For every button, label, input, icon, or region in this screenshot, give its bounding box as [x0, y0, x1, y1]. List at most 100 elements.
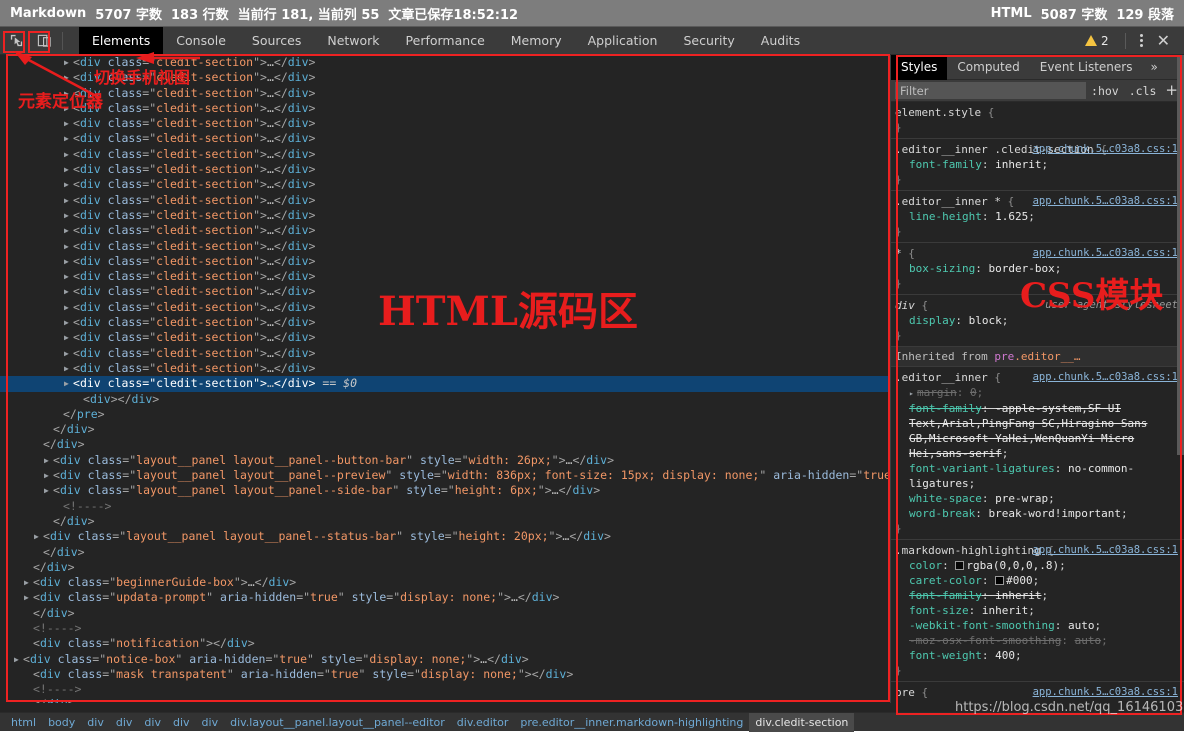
- breadcrumb-item[interactable]: div.layout__panel.layout__panel--editor: [224, 713, 451, 732]
- css-property[interactable]: word-break: [909, 507, 975, 520]
- dom-tree-row[interactable]: ▶ <div class="cledit-section">…</div>: [0, 131, 890, 146]
- css-selector[interactable]: div: [895, 299, 915, 312]
- css-property[interactable]: line-height: [909, 210, 982, 223]
- css-value[interactable]: break-word!important: [988, 507, 1120, 520]
- css-rule-origin[interactable]: app.chunk.5…c03a8.css:1: [1033, 246, 1178, 261]
- expand-arrow-icon[interactable]: ▶: [24, 697, 33, 703]
- css-rule-block[interactable]: user agent stylesheet div {display: block…: [891, 295, 1184, 347]
- css-value[interactable]: monospace,monospace: [995, 701, 1121, 703]
- dom-tree-row[interactable]: ▶</div>: [0, 697, 890, 703]
- expand-arrow-icon[interactable]: ▶: [44, 514, 53, 529]
- breadcrumb-item[interactable]: html: [5, 713, 42, 732]
- tab-computed[interactable]: Computed: [947, 55, 1029, 80]
- css-rule-block[interactable]: app.chunk.5…c03a8.css:1 * {box-sizing: bo…: [891, 243, 1184, 295]
- css-declaration[interactable]: white-space: pre-wrap;: [895, 491, 1184, 506]
- css-property[interactable]: display: [909, 314, 955, 327]
- css-declaration[interactable]: color: rgba(0,0,0,.8);: [895, 558, 1184, 573]
- expand-arrow-icon[interactable]: ▶: [34, 437, 43, 452]
- dom-tree-row[interactable]: ▶ <div class="cledit-section">…</div>: [0, 208, 890, 223]
- dom-tree-row[interactable]: ▶ <div class="cledit-section">…</div>: [0, 239, 890, 254]
- breadcrumb-item[interactable]: body: [42, 713, 81, 732]
- expand-arrow-icon[interactable]: ▶: [64, 147, 73, 162]
- dom-tree-row[interactable]: ▶ <div class="cledit-section">…</div>: [0, 55, 890, 70]
- css-rule-origin[interactable]: app.chunk.5…c03a8.css:1: [1033, 370, 1178, 385]
- css-selector[interactable]: .editor__inner *: [895, 195, 1001, 208]
- dom-tree-row[interactable]: ▶</div>: [0, 545, 890, 560]
- expand-arrow-icon[interactable]: ▶: [24, 636, 33, 651]
- expand-arrow-icon[interactable]: ▶: [64, 101, 73, 116]
- tab-memory[interactable]: Memory: [498, 27, 575, 55]
- expand-arrow-icon[interactable]: ▶: [64, 177, 73, 192]
- css-rule-block[interactable]: element.style {}: [891, 102, 1184, 139]
- tab-styles[interactable]: Styles: [891, 55, 948, 80]
- css-selector[interactable]: pre: [895, 686, 915, 699]
- dom-tree-row[interactable]: ▶ <div class="cledit-section">…</div>: [0, 101, 890, 116]
- tab-audits[interactable]: Audits: [748, 27, 813, 55]
- css-declaration[interactable]: font-weight: 400;: [895, 648, 1184, 663]
- css-declaration[interactable]: -webkit-font-smoothing: auto;: [895, 618, 1184, 633]
- css-declaration[interactable]: line-height: 1.625;: [895, 209, 1184, 224]
- dom-tree-row[interactable]: ▶ <div class="cledit-section">…</div>: [0, 361, 890, 376]
- kebab-menu-icon[interactable]: [1134, 34, 1149, 47]
- css-rule-block[interactable]: app.chunk.5…c03a8.css:1 .editor__inner * …: [891, 191, 1184, 243]
- styles-pane[interactable]: Styles Computed Event Listeners » :hov .…: [890, 55, 1184, 703]
- dom-tree-row[interactable]: ▶ <div class="layout__panel layout__panel…: [0, 468, 890, 483]
- toggle-device-toolbar-icon[interactable]: [32, 30, 56, 52]
- css-value[interactable]: rgba(0,0,0,.8): [966, 559, 1059, 572]
- expand-arrow-icon[interactable]: ▶: [64, 330, 73, 345]
- dom-tree-row[interactable]: ▶ <div class="cledit-section">…</div> == …: [0, 376, 890, 392]
- dom-tree-row[interactable]: ▶ <div class="cledit-section">…</div>: [0, 177, 890, 192]
- css-rule-block[interactable]: app.chunk.5…c03a8.css:1 .editor__inner .c…: [891, 139, 1184, 191]
- expand-arrow-icon[interactable]: ▶: [44, 422, 53, 437]
- dom-tree-row[interactable]: ▶ <div class="cledit-section">…</div>: [0, 223, 890, 238]
- css-property[interactable]: font-family: [909, 158, 982, 171]
- dom-tree-row[interactable]: ▶ <div class="cledit-section">…</div>: [0, 193, 890, 208]
- dom-tree-row[interactable]: ▶ <div class="cledit-section">…</div>: [0, 300, 890, 315]
- breadcrumb-item[interactable]: pre.editor__inner.markdown-highlighting: [514, 713, 749, 732]
- dom-tree-row[interactable]: ▶ <div class="cledit-section">…</div>: [0, 284, 890, 299]
- expand-arrow-icon[interactable]: ▶: [24, 621, 33, 636]
- expand-arrow-icon[interactable]: ▶: [64, 55, 73, 70]
- dom-tree-row[interactable]: ▶ <div class="updata-prompt" aria-hidden=…: [0, 590, 890, 605]
- breadcrumb-item[interactable]: div: [167, 713, 196, 732]
- expand-arrow-icon[interactable]: ▶: [64, 162, 73, 177]
- tab-console[interactable]: Console: [163, 27, 239, 55]
- tab-security[interactable]: Security: [670, 27, 747, 55]
- styles-scrollbar-thumb[interactable]: [1177, 55, 1184, 455]
- expand-arrow-icon[interactable]: ▶: [14, 652, 23, 667]
- expand-arrow-icon[interactable]: ▶: [24, 575, 33, 590]
- css-declaration[interactable]: font-family: inherit;: [895, 588, 1184, 603]
- expand-shorthand-icon[interactable]: ▸: [909, 386, 917, 401]
- css-rule-origin[interactable]: app.chunk.5…c03a8.css:1: [1033, 685, 1178, 700]
- expand-arrow-icon[interactable]: ▶: [64, 239, 73, 254]
- dom-tree-row[interactable]: ▶</div>: [0, 606, 890, 621]
- css-property[interactable]: font-size: [909, 604, 969, 617]
- css-selector[interactable]: .markdown-highlighting: [895, 544, 1041, 557]
- expand-arrow-icon[interactable]: ▶: [64, 361, 73, 376]
- dom-tree-row[interactable]: ▶ <div class="cledit-section">…</div>: [0, 70, 890, 85]
- css-property[interactable]: font-family: [909, 402, 982, 415]
- dom-tree-row[interactable]: ▶</div>: [0, 437, 890, 452]
- inspect-element-icon[interactable]: [4, 30, 28, 52]
- expand-arrow-icon[interactable]: ▶: [64, 208, 73, 223]
- css-property[interactable]: font-family: [909, 701, 982, 703]
- dom-tree-row[interactable]: ▶ <div class="cledit-section">…</div>: [0, 147, 890, 162]
- css-value[interactable]: #000: [1006, 574, 1033, 587]
- expand-arrow-icon[interactable]: ▶: [64, 131, 73, 146]
- chevron-right-icon[interactable]: »: [1142, 60, 1165, 74]
- dom-tree-row[interactable]: ▶ <div class="cledit-section">…</div>: [0, 86, 890, 101]
- css-value[interactable]: auto: [1068, 619, 1095, 632]
- styles-pane-scrollbar[interactable]: [1177, 55, 1184, 703]
- tab-elements[interactable]: Elements: [79, 26, 164, 55]
- color-swatch[interactable]: [955, 561, 965, 570]
- expand-arrow-icon[interactable]: ▶: [64, 284, 73, 299]
- breadcrumb-item[interactable]: div: [81, 713, 110, 732]
- dom-tree-row[interactable]: ▶ <div class="cledit-section">…</div>: [0, 269, 890, 284]
- dom-tree-row[interactable]: ▶<!---->: [0, 621, 890, 636]
- css-value[interactable]: border-box: [988, 262, 1054, 275]
- css-property[interactable]: font-family: [909, 589, 982, 602]
- dom-tree-row[interactable]: ▶ <div class="cledit-section">…</div>: [0, 254, 890, 269]
- css-declaration[interactable]: font-size: inherit;: [895, 603, 1184, 618]
- dom-tree-row[interactable]: ▶ <div class="layout__panel layout__panel…: [0, 483, 890, 498]
- css-property[interactable]: -moz-osx-font-smoothing: [909, 634, 1061, 647]
